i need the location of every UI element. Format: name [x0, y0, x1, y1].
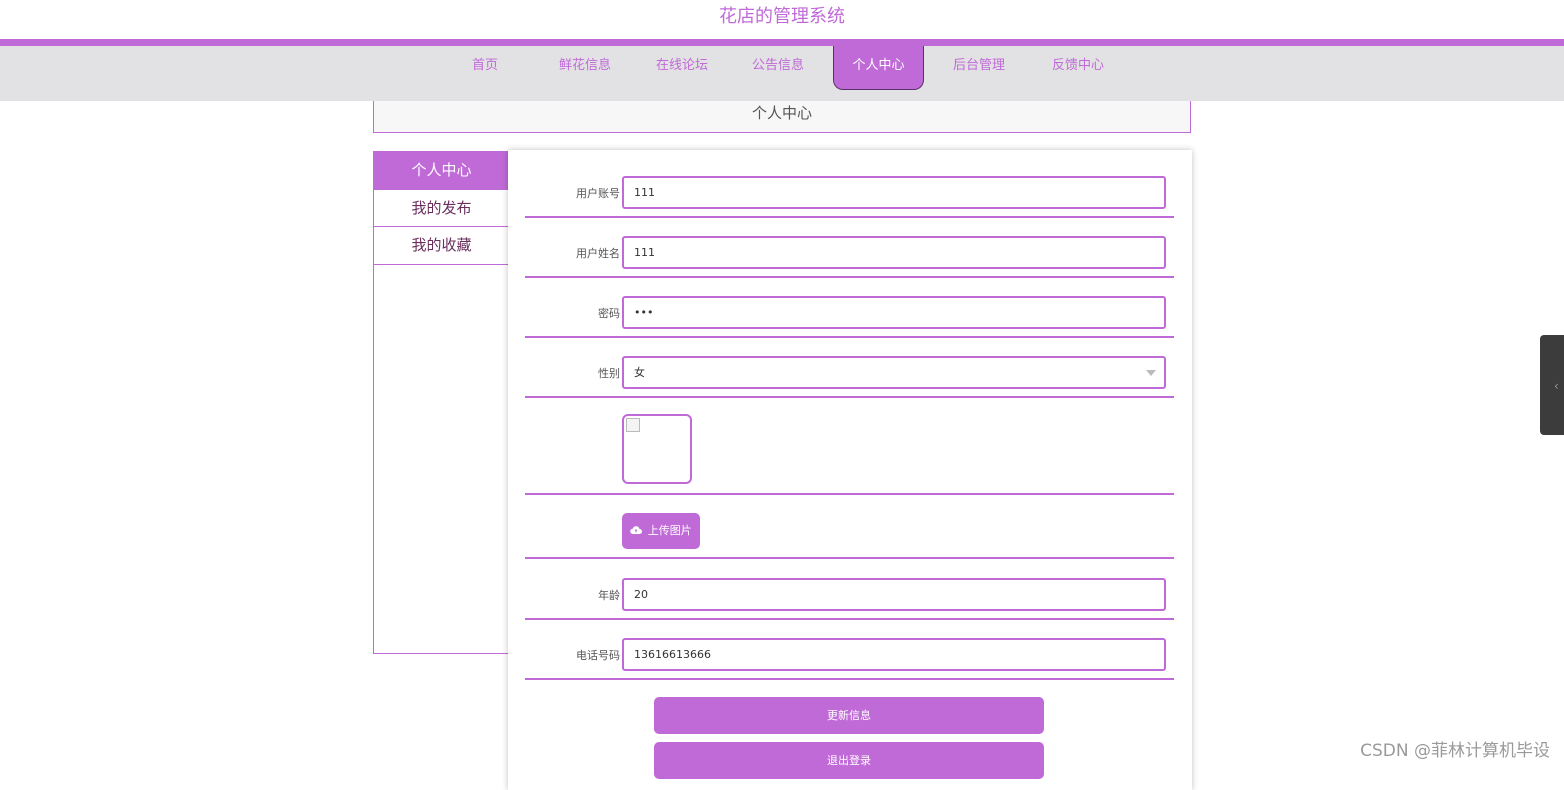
password-input[interactable]: ••• [622, 296, 1166, 329]
form-row-age: 年龄 20 [525, 559, 1174, 620]
name-label: 用户姓名 [576, 247, 620, 260]
nav-notices[interactable]: 公告信息 [743, 46, 813, 90]
gender-select-value: 女 [634, 366, 645, 379]
cloud-upload-icon [630, 526, 643, 535]
form-row-avatar [525, 398, 1174, 495]
age-input[interactable]: 20 [622, 578, 1166, 611]
update-info-button[interactable]: 更新信息 [654, 697, 1044, 734]
sidebar: 个人中心 我的发布 我的收藏 [373, 151, 509, 654]
nav-admin[interactable]: 后台管理 [944, 46, 1014, 90]
sidebar-item-personal-center[interactable]: 个人中心 [374, 152, 509, 190]
site-title: 花店的管理系统 [719, 6, 845, 27]
accent-bar [0, 39, 1564, 46]
form-row-upload: 上传图片 [525, 495, 1174, 559]
upload-image-label: 上传图片 [647, 524, 692, 537]
account-label: 用户账号 [576, 187, 620, 200]
form-row-account: 用户账号 111 [525, 150, 1174, 218]
sidebar-item-my-posts[interactable]: 我的发布 [374, 190, 509, 227]
account-input[interactable]: 111 [622, 176, 1166, 209]
phone-label: 电话号码 [576, 649, 620, 662]
nav-flowers[interactable]: 鲜花信息 [550, 46, 620, 90]
nav-home[interactable]: 首页 [455, 46, 515, 90]
gender-label: 性别 [598, 367, 620, 380]
logout-button[interactable]: 退出登录 [654, 742, 1044, 779]
gender-select[interactable]: 女 [622, 356, 1166, 389]
nav-personal-center[interactable]: 个人中心 [833, 46, 924, 90]
form-row-phone: 电话号码 13616613666 [525, 620, 1174, 680]
profile-form: 用户账号 111 用户姓名 111 密码 ••• 性别 女 上传图片 年龄 20… [508, 150, 1192, 790]
name-input[interactable]: 111 [622, 236, 1166, 269]
form-row-password: 密码 ••• [525, 278, 1174, 338]
sidebar-item-my-favorites[interactable]: 我的收藏 [374, 227, 509, 265]
watermark: CSDN @菲林计算机毕设 [1360, 741, 1550, 761]
side-float-tab[interactable]: ‹ [1540, 335, 1564, 435]
broken-image-icon [626, 418, 640, 432]
nav-feedback[interactable]: 反馈中心 [1043, 46, 1113, 90]
form-row-gender: 性别 女 [525, 338, 1174, 398]
chevron-left-icon: ‹ [1554, 379, 1559, 393]
avatar-preview [622, 414, 692, 484]
top-nav: 首页 鲜花信息 在线论坛 公告信息 个人中心 后台管理 反馈中心 [0, 46, 1564, 101]
upload-image-button[interactable]: 上传图片 [622, 513, 700, 549]
phone-input[interactable]: 13616613666 [622, 638, 1166, 671]
age-label: 年龄 [598, 589, 620, 602]
password-label: 密码 [598, 307, 620, 320]
chevron-down-icon [1146, 370, 1156, 376]
form-row-name: 用户姓名 111 [525, 218, 1174, 278]
page-header: 个人中心 [373, 101, 1191, 133]
nav-forum[interactable]: 在线论坛 [647, 46, 717, 90]
